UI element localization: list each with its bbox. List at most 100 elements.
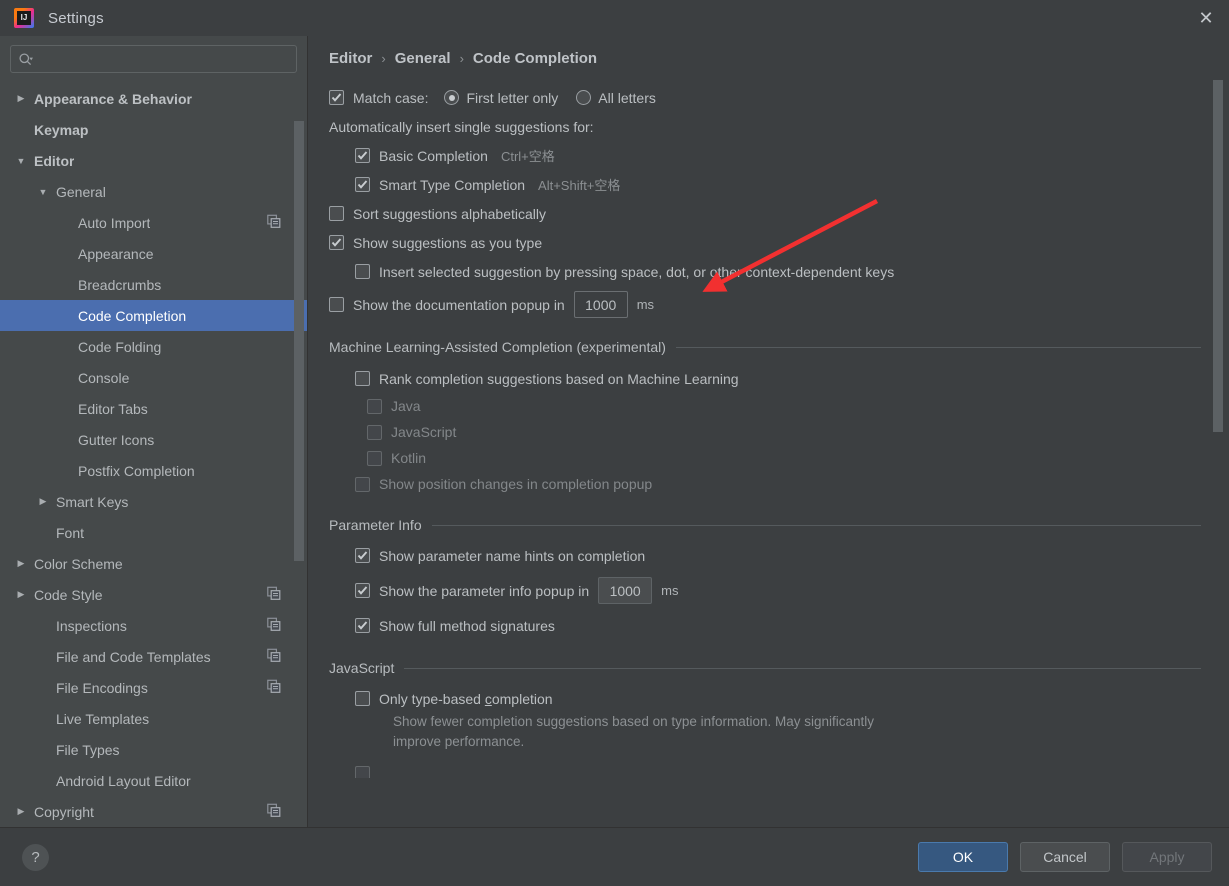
sort-alphabetically-row: Sort suggestions alphabetically	[329, 199, 1201, 228]
chevron-down-icon[interactable]: ▼	[14, 154, 28, 168]
only-type-based-label[interactable]: Only type-based completion	[379, 691, 553, 707]
sidebar-scrollbar[interactable]	[294, 36, 304, 827]
chevron-right-icon[interactable]: ▶	[14, 557, 28, 571]
sidebar-item-appearance-behavior[interactable]: ▶Appearance & Behavior	[0, 83, 307, 114]
sidebar-item-code-folding[interactable]: ▶Code Folding	[0, 331, 307, 362]
breadcrumb: Editor › General › Code Completion	[308, 50, 1229, 67]
intellij-idea-icon	[14, 8, 34, 28]
sidebar-item-inspections[interactable]: ▶Inspections	[0, 610, 307, 641]
sidebar-item-font[interactable]: ▶Font	[0, 517, 307, 548]
param-full-signatures-label[interactable]: Show full method signatures	[379, 618, 555, 634]
sidebar-item-gutter-icons[interactable]: ▶Gutter Icons	[0, 424, 307, 455]
basic-completion-checkbox[interactable]	[355, 148, 370, 163]
parameter-info-section-title: Parameter Info	[329, 517, 422, 533]
sidebar-item-code-style[interactable]: ▶Code Style	[0, 579, 307, 610]
dialog-footer: ? OK Cancel Apply	[0, 827, 1229, 886]
basic-completion-label[interactable]: Basic Completion	[379, 148, 488, 164]
ml-section-title: Machine Learning-Assisted Completion (ex…	[329, 339, 666, 355]
help-button[interactable]: ?	[22, 844, 49, 871]
ml-rank-label[interactable]: Rank completion suggestions based on Mac…	[379, 371, 739, 387]
documentation-popup-checkbox[interactable]	[329, 297, 344, 312]
breadcrumb-item-general[interactable]: General	[395, 50, 451, 67]
basic-completion-row: Basic Completion Ctrl+空格	[329, 141, 1201, 170]
project-settings-copy-icon	[267, 679, 281, 696]
sidebar-item-code-completion[interactable]: ▶Code Completion	[0, 300, 307, 331]
match-case-all-letters-label[interactable]: All letters	[598, 90, 656, 106]
match-case-first-letter-label[interactable]: First letter only	[466, 90, 558, 106]
search-area	[0, 36, 307, 81]
sidebar-item-label: Color Scheme	[34, 556, 123, 572]
param-name-hints-checkbox[interactable]	[355, 548, 370, 563]
chevron-down-icon[interactable]: ▼	[36, 185, 50, 199]
basic-completion-shortcut: Ctrl+空格	[501, 146, 555, 165]
ml-position-changes-checkbox[interactable]	[355, 477, 370, 492]
apply-button[interactable]: Apply	[1122, 842, 1212, 872]
param-full-signatures-checkbox[interactable]	[355, 618, 370, 633]
sidebar-item-console[interactable]: ▶Console	[0, 362, 307, 393]
param-full-signatures-row: Show full method signatures	[329, 611, 1201, 640]
sidebar-item-live-templates[interactable]: ▶Live Templates	[0, 703, 307, 734]
search-field[interactable]	[10, 45, 297, 73]
sort-alphabetically-checkbox[interactable]	[329, 206, 344, 221]
sidebar-item-android-layout-editor[interactable]: ▶Android Layout Editor	[0, 765, 307, 796]
sidebar-item-general[interactable]: ▼ General	[0, 176, 307, 207]
main-scrollbar[interactable]	[1213, 58, 1223, 819]
sidebar-item-breadcrumbs[interactable]: ▶Breadcrumbs	[0, 269, 307, 300]
window-title: Settings	[48, 10, 104, 27]
show-as-you-type-label[interactable]: Show suggestions as you type	[353, 235, 542, 251]
sidebar-item-editor[interactable]: ▼Editor	[0, 145, 307, 176]
project-settings-copy-icon	[267, 586, 281, 603]
ok-button[interactable]: OK	[918, 842, 1008, 872]
match-case-all-letters-radio[interactable]	[576, 90, 591, 105]
only-type-based-description: Show fewer completion suggestions based …	[329, 712, 889, 752]
param-popup-delay-checkbox[interactable]	[355, 583, 370, 598]
sort-alphabetically-label[interactable]: Sort suggestions alphabetically	[353, 206, 546, 222]
sidebar-item-label: File Types	[56, 742, 120, 758]
breadcrumb-item-editor[interactable]: Editor	[329, 50, 372, 67]
sidebar-item-file-types[interactable]: ▶File Types	[0, 734, 307, 765]
sidebar-item-color-scheme[interactable]: ▶ Color Scheme	[0, 548, 307, 579]
match-case-first-letter-radio[interactable]	[444, 90, 459, 105]
sidebar-item-keymap[interactable]: ▶Keymap	[0, 114, 307, 145]
param-popup-delay-field[interactable]	[598, 577, 652, 604]
insert-selected-suggestion-checkbox[interactable]	[355, 264, 370, 279]
param-popup-delay-unit: ms	[661, 583, 678, 598]
chevron-right-icon[interactable]: ▶	[36, 495, 50, 509]
chevron-right-icon[interactable]: ▶	[14, 805, 28, 819]
match-case-checkbox[interactable]	[329, 90, 344, 105]
sidebar-scrollbar-thumb[interactable]	[294, 121, 304, 561]
sidebar-item-label: Live Templates	[56, 711, 149, 727]
chevron-right-icon[interactable]: ▶	[14, 588, 28, 602]
sidebar-item-appearance[interactable]: ▶Appearance	[0, 238, 307, 269]
ml-kotlin-checkbox[interactable]	[367, 451, 382, 466]
close-icon[interactable]: ✕	[1183, 0, 1229, 36]
smart-type-completion-checkbox[interactable]	[355, 177, 370, 192]
only-type-based-checkbox[interactable]	[355, 691, 370, 706]
ml-rank-checkbox[interactable]	[355, 371, 370, 386]
sidebar-item-file-and-code-templates[interactable]: ▶File and Code Templates	[0, 641, 307, 672]
insert-selected-suggestion-label[interactable]: Insert selected suggestion by pressing s…	[379, 264, 894, 280]
chevron-right-icon[interactable]: ▶	[14, 92, 28, 106]
ml-java-checkbox[interactable]	[367, 399, 382, 414]
sidebar-item-label: General	[56, 184, 106, 200]
clipped-row-checkbox[interactable]	[355, 766, 370, 778]
settings-tree[interactable]: ▶Appearance & Behavior▶Keymap▼Editor▼Gen…	[0, 81, 307, 827]
sidebar-item-postfix-completion[interactable]: ▶Postfix Completion	[0, 455, 307, 486]
search-input[interactable]	[37, 52, 289, 67]
param-name-hints-label[interactable]: Show parameter name hints on completion	[379, 548, 645, 564]
smart-type-completion-label[interactable]: Smart Type Completion	[379, 177, 525, 193]
cancel-button[interactable]: Cancel	[1020, 842, 1110, 872]
sidebar-item-copyright[interactable]: ▶Copyright	[0, 796, 307, 827]
sidebar-item-file-encodings[interactable]: ▶File Encodings	[0, 672, 307, 703]
parameter-info-section-divider	[432, 525, 1201, 526]
ml-section-divider	[676, 347, 1201, 348]
param-name-hints-row: Show parameter name hints on completion	[329, 541, 1201, 570]
main-scrollbar-thumb[interactable]	[1213, 80, 1223, 432]
documentation-popup-delay-field[interactable]	[574, 291, 628, 318]
sidebar-item-editor-tabs[interactable]: ▶Editor Tabs	[0, 393, 307, 424]
sidebar-item-smart-keys[interactable]: ▶Smart Keys	[0, 486, 307, 517]
sidebar-item-auto-import[interactable]: ▶Auto Import	[0, 207, 307, 238]
sidebar-item-label: Keymap	[34, 122, 88, 138]
ml-javascript-checkbox[interactable]	[367, 425, 382, 440]
show-as-you-type-checkbox[interactable]	[329, 235, 344, 250]
